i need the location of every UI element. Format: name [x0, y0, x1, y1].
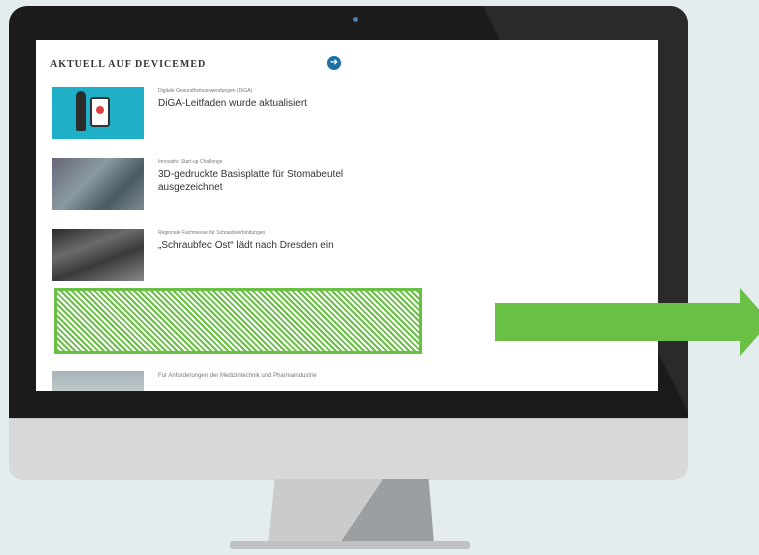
smartphone-icon: [90, 97, 110, 127]
news-headline[interactable]: „Schraubfec Ost“ lädt nach Dresden ein: [158, 239, 378, 252]
monitor-base: [230, 541, 470, 549]
news-thumbnail[interactable]: [52, 158, 144, 210]
news-item[interactable]: Regionale Fachmesse für Schraubverbindun…: [52, 229, 472, 289]
highlighted-ad-placeholder: [54, 288, 422, 354]
pointer-arrow: [495, 303, 745, 341]
news-kicker: Innovativ: Start-up Challenge: [158, 159, 223, 165]
person-figure: [76, 91, 86, 131]
news-headline[interactable]: DiGA-Leitfaden wurde aktualisiert: [158, 97, 378, 110]
news-thumbnail[interactable]: [52, 371, 144, 391]
section-title: AKTUELL AUF DEVICEMED: [50, 59, 207, 70]
next-arrow-button[interactable]: ➜: [327, 56, 341, 70]
news-thumbnail[interactable]: [52, 229, 144, 281]
arrow-head-icon: [740, 288, 759, 356]
camera-icon: [353, 17, 358, 22]
news-kicker: Regionale Fachmesse für Schraubverbindun…: [158, 230, 266, 236]
monitor-chin: [9, 418, 688, 480]
news-thumbnail[interactable]: [52, 87, 144, 139]
news-item[interactable]: Innovativ: Start-up Challenge 3D-gedruck…: [52, 158, 472, 218]
news-item[interactable]: Für Anforderungen der Medizintechnik und…: [52, 371, 472, 391]
news-headline[interactable]: Für Anforderungen der Medizintechnik und…: [158, 372, 378, 380]
news-headline[interactable]: 3D-gedruckte Basisplatte für Stomabeutel…: [158, 168, 378, 194]
news-kicker: Digitale Gesundheitsanwendungen (DiGA): [158, 88, 253, 94]
chin-divider: [9, 418, 688, 419]
news-item[interactable]: Digitale Gesundheitsanwendungen (DiGA) D…: [52, 87, 472, 147]
